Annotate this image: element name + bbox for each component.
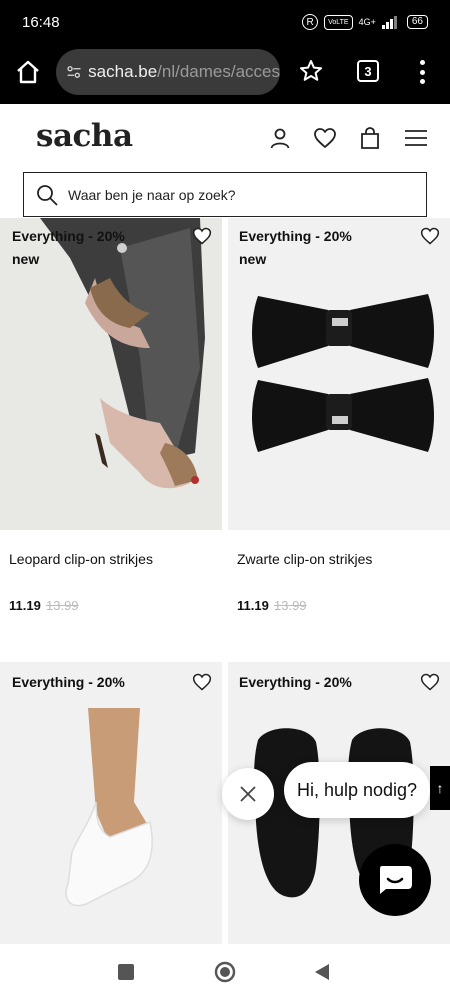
discount-badge: Everything - 20%	[12, 228, 125, 244]
sacha-logo[interactable]: sacha	[36, 118, 133, 154]
system-nav-bar	[0, 944, 450, 1000]
discount-badge: Everything - 20%	[239, 674, 352, 690]
product-name[interactable]: Zwarte clip-on strikjes	[237, 551, 372, 567]
search-input[interactable]	[68, 186, 388, 203]
shopping-bag-icon[interactable]	[358, 126, 382, 150]
bookmark-star-icon[interactable]	[298, 58, 324, 84]
user-icon[interactable]	[268, 126, 292, 150]
site-settings-icon[interactable]	[66, 62, 82, 82]
hamburger-menu-icon[interactable]	[404, 126, 428, 150]
wishlist-heart-icon[interactable]	[420, 672, 440, 692]
url-host: sacha.be	[88, 62, 158, 81]
chat-launcher-button[interactable]	[359, 844, 431, 916]
chat-close-button[interactable]	[222, 768, 274, 820]
home-icon[interactable]	[14, 58, 42, 86]
address-bar[interactable]: sacha.be/nl/dames/acces	[56, 49, 280, 95]
product-card[interactable]: Everything - 20% new Leopard clip-on str…	[0, 218, 222, 618]
wishlist-heart-icon[interactable]	[420, 226, 440, 246]
tab-switcher-button[interactable]: 3	[357, 60, 379, 82]
new-tag: new	[239, 251, 267, 267]
product-image[interactable]	[0, 662, 222, 944]
url-path: /nl/dames/acces	[157, 62, 280, 81]
product-old-price: 13.99	[46, 598, 79, 613]
chat-icon	[380, 866, 412, 894]
home-circle-icon[interactable]	[214, 961, 236, 983]
product-name[interactable]: Leopard clip-on strikjes	[9, 551, 153, 567]
discount-badge: Everything - 20%	[12, 674, 125, 690]
volte-icon: VoLTE	[324, 14, 353, 30]
status-bar: 16:48 R VoLTE 4G+ 66	[0, 0, 450, 44]
discount-badge: Everything - 20%	[239, 228, 352, 244]
search-box[interactable]	[23, 172, 427, 217]
back-icon[interactable]	[314, 964, 330, 980]
network-type: 4G+	[358, 17, 376, 27]
white-sock-image	[0, 662, 222, 944]
product-card[interactable]: Everything - 20%	[0, 662, 222, 944]
status-icons: R VoLTE 4G+ 66	[302, 14, 428, 30]
wishlist-heart-icon[interactable]	[192, 226, 212, 246]
product-card[interactable]: Everything - 20% new Zwarte clip-on stri…	[228, 218, 450, 618]
wishlist-heart-icon[interactable]	[192, 672, 212, 692]
more-menu-icon[interactable]	[418, 60, 426, 84]
browser-toolbar: sacha.be/nl/dames/acces 3	[0, 44, 450, 104]
signal-icon	[381, 15, 397, 29]
product-price: 11.19	[9, 598, 41, 613]
scroll-to-top-button[interactable]: ↑	[430, 766, 450, 810]
recent-apps-icon[interactable]	[118, 964, 134, 980]
battery-icon: 66	[406, 15, 428, 29]
wishlist-heart-icon[interactable]	[313, 126, 337, 150]
registered-icon: R	[302, 14, 319, 30]
url-text: sacha.be/nl/dames/acces	[88, 62, 280, 82]
product-old-price: 13.99	[274, 598, 307, 613]
search-icon	[37, 184, 58, 206]
close-icon	[240, 786, 256, 802]
clock: 16:48	[22, 13, 60, 31]
site-header: sacha	[0, 104, 450, 170]
product-price: 11.19	[237, 598, 269, 613]
chat-greeting-bubble[interactable]: Hi, hulp nodig?	[284, 762, 430, 818]
new-tag: new	[12, 251, 40, 267]
